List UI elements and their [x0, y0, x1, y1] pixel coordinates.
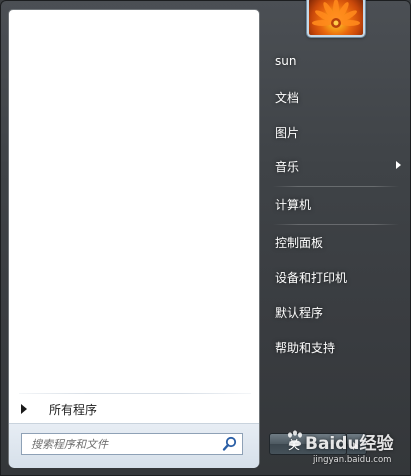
user-avatar[interactable] — [307, 0, 365, 37]
all-programs-button[interactable]: 所有程序 — [15, 398, 253, 420]
music-link[interactable]: 音乐 — [263, 152, 403, 180]
default-programs-label: 默认程序 — [275, 305, 324, 320]
search-icon[interactable] — [221, 435, 239, 453]
programs-pane: 所有程序 — [8, 9, 260, 468]
user-name: sun — [275, 54, 297, 68]
devices-printers-label: 设备和打印机 — [275, 270, 348, 285]
music-label: 音乐 — [275, 159, 300, 174]
triangle-right-icon — [21, 404, 27, 414]
documents-label: 文档 — [275, 90, 300, 105]
help-support-link[interactable]: 帮助和支持 — [263, 333, 403, 361]
default-programs-link[interactable]: 默认程序 — [263, 298, 403, 326]
control-panel-link[interactable]: 控制面板 — [263, 228, 403, 256]
start-menu: 所有程序 搜索程序和文件 sun 文档 图片 音乐 计算机 控制面板 设备和打印… — [0, 0, 411, 476]
devices-printers-link[interactable]: 设备和打印机 — [263, 263, 403, 291]
search-box[interactable] — [21, 433, 243, 455]
control-panel-label: 控制面板 — [275, 235, 324, 250]
all-programs-label: 所有程序 — [49, 402, 98, 417]
user-folder-link[interactable]: sun — [263, 47, 403, 75]
pictures-label: 图片 — [275, 125, 300, 140]
documents-link[interactable]: 文档 — [263, 83, 403, 111]
pictures-link[interactable]: 图片 — [263, 118, 403, 146]
search-input[interactable] — [22, 434, 221, 454]
pinned-programs-list — [9, 10, 259, 392]
computer-label: 计算机 — [275, 197, 312, 212]
submenu-arrow-icon — [396, 161, 401, 169]
help-support-label: 帮助和支持 — [275, 340, 336, 355]
watermark-url: jingyan.baidu.com — [313, 455, 392, 465]
search-strip — [9, 423, 259, 468]
chevron-right-icon — [353, 442, 358, 450]
computer-link[interactable]: 计算机 — [263, 190, 403, 218]
shutdown-label: 关 — [288, 437, 301, 452]
shutdown-button[interactable]: 关 — [269, 433, 347, 455]
flower-picture-icon — [312, 0, 360, 28]
places-separator — [273, 224, 399, 225]
programs-separator — [19, 393, 251, 394]
shutdown-options-button[interactable] — [347, 433, 367, 455]
places-separator — [273, 186, 399, 187]
